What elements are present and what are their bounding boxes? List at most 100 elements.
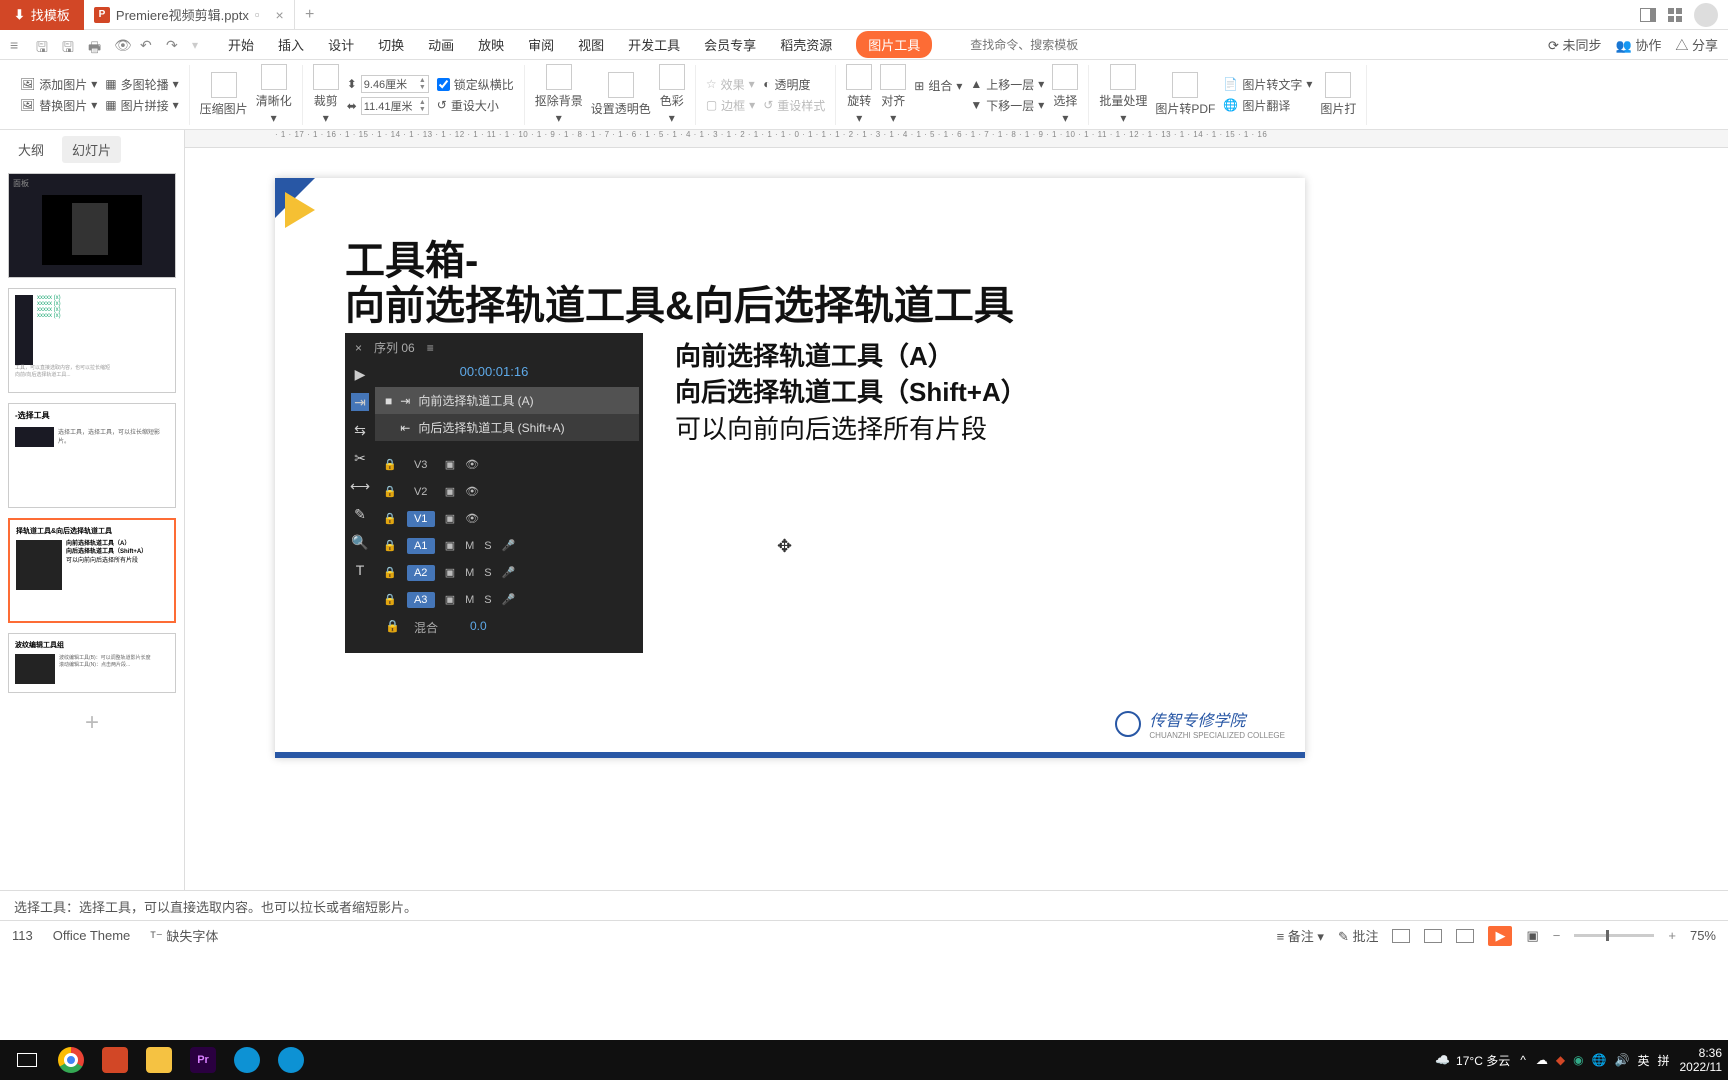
outline-tab[interactable]: 大纲	[8, 136, 54, 163]
batch-button[interactable]: 批量处理 ▾	[1099, 64, 1147, 125]
save-icon[interactable]: 🖫	[36, 37, 52, 53]
reset-style-button: ↺ 重设样式	[763, 97, 825, 114]
ime-lang: 英	[1637, 1052, 1649, 1069]
layout-icon[interactable]	[1640, 8, 1656, 22]
app-button[interactable]	[270, 1042, 312, 1078]
chrome-button[interactable]	[50, 1042, 92, 1078]
wps-button[interactable]	[94, 1042, 136, 1078]
reset-size-button[interactable]: ↺ 重设大小	[437, 97, 514, 114]
print-img-button[interactable]: 图片打	[1320, 72, 1356, 117]
menu-icon[interactable]: ≡	[10, 37, 26, 53]
tab-picture-tools[interactable]: 图片工具	[856, 31, 932, 58]
coop-button[interactable]: 👥 协作	[1616, 35, 1662, 54]
slide-body-text: 向前选择轨道工具（A） 向后选择轨道工具（Shift+A） 可以向前向后选择所有…	[675, 338, 1027, 447]
restore-icon[interactable]: ▫	[255, 7, 260, 22]
remove-bg-button[interactable]: 抠除背景 ▾	[535, 64, 583, 125]
compress-button[interactable]: 压缩图片	[200, 72, 248, 117]
add-slide-button[interactable]: +	[8, 703, 176, 743]
rotate-button[interactable]: 旋转 ▾	[846, 64, 872, 125]
add-image-button[interactable]: 🖼 添加图片 ▾	[20, 76, 97, 93]
new-tab-button[interactable]: +	[295, 6, 325, 24]
height-input[interactable]: 9.46厘米▲▼	[361, 75, 429, 93]
theme-name: Office Theme	[53, 928, 131, 943]
slide-thumbnail[interactable]: -选择工具 选择工具，选择工具，可以拉长缩短影片。	[8, 403, 176, 508]
premiere-button[interactable]: Pr	[182, 1042, 224, 1078]
clock[interactable]: 8:36 2022/11	[1680, 1046, 1723, 1075]
office-tray-icon: ◆	[1556, 1053, 1565, 1067]
save-as-icon[interactable]: 🖫	[62, 37, 78, 53]
align-button[interactable]: 对齐 ▾	[880, 64, 906, 125]
user-avatar[interactable]	[1694, 3, 1718, 27]
lock-ratio-checkbox[interactable]: 锁定纵横比	[437, 76, 514, 93]
tab-docer[interactable]: 稻壳资源	[780, 35, 832, 54]
missing-fonts[interactable]: ᵀ⁻ 缺失字体	[150, 926, 218, 945]
search-input[interactable]	[970, 38, 1130, 52]
slides-tab[interactable]: 幻灯片	[62, 136, 121, 163]
effects-button: ☆ 效果 ▾	[706, 76, 755, 93]
windows-taskbar: Pr ☁️17°C 多云 ^ ☁ ◆ ◉ 🌐 🔊 英 拼 8:36 2022/1…	[0, 1040, 1728, 1080]
tab-transition[interactable]: 切换	[378, 35, 404, 54]
stitch-button[interactable]: ▦ 图片拼接 ▾	[105, 97, 178, 114]
speaker-notes[interactable]: 选择工具：选择工具，可以直接选取内容。也可以拉长或者缩短影片。	[0, 890, 1728, 920]
system-tray[interactable]: ☁ ◆ ◉ 🌐 🔊 英 拼	[1536, 1052, 1670, 1069]
redo-icon[interactable]: ↷	[166, 37, 182, 53]
ribbon-content: 🖼 添加图片 ▾ 🖼 替换图片 ▾ ▦ 多图轮播 ▾ ▦ 图片拼接 ▾ 压缩图片…	[0, 60, 1728, 130]
zoom-slider[interactable]	[1574, 934, 1654, 937]
color-button[interactable]: 色彩 ▾	[659, 64, 685, 125]
slideshow-button[interactable]: ▶	[1488, 926, 1512, 946]
transparent-color-button[interactable]: 设置透明色	[591, 72, 651, 117]
undo-icon[interactable]: ↶	[140, 37, 156, 53]
bring-forward-button[interactable]: ▲ 上移一层 ▾	[970, 76, 1044, 93]
transparency-button[interactable]: ◐ 透明度	[763, 76, 825, 93]
reading-view-icon[interactable]	[1456, 929, 1474, 943]
translate-button[interactable]: 🌐 图片翻译	[1223, 97, 1312, 114]
tab-member[interactable]: 会员专享	[704, 35, 756, 54]
template-tab[interactable]: ⬇ 找模板	[0, 0, 84, 30]
select-button[interactable]: 选择 ▾	[1052, 64, 1078, 125]
fit-icon[interactable]: ▣	[1526, 928, 1538, 944]
taskview-button[interactable]	[6, 1042, 48, 1078]
tab-review[interactable]: 审阅	[528, 35, 554, 54]
tab-developer[interactable]: 开发工具	[628, 35, 680, 54]
pen-icon: ✎	[351, 505, 369, 523]
send-backward-button[interactable]: ▼ 下移一层 ▾	[970, 97, 1044, 114]
comments-toggle[interactable]: ✎ 批注	[1338, 926, 1379, 945]
razor-icon: ✂	[351, 449, 369, 467]
print-icon[interactable]: 🖶	[88, 37, 104, 53]
share-button[interactable]: △ 分享	[1675, 35, 1718, 54]
close-tab[interactable]: ×	[275, 7, 283, 23]
tab-view[interactable]: 视图	[578, 35, 604, 54]
notes-toggle[interactable]: ≡ 备注 ▾	[1277, 926, 1324, 945]
slide-thumbnail[interactable]: 波纹编辑工具组 波纹编辑工具(B)：可以调整轨道影片长度滚动编辑工具(N)：点击…	[8, 633, 176, 693]
slide-editor[interactable]: 工具箱- 向前选择轨道工具&向后选择轨道工具 ×序列 06≡ 00:00:01:…	[275, 178, 1305, 758]
width-input[interactable]: 11.41厘米▲▼	[361, 97, 429, 115]
sorter-view-icon[interactable]	[1424, 929, 1442, 943]
slide-thumbnail[interactable]: xxxxx (x)xxxxx (x)xxxxx (x)xxxxx (x) 工具，…	[8, 288, 176, 393]
tab-slideshow[interactable]: 放映	[478, 35, 504, 54]
normal-view-icon[interactable]	[1392, 929, 1410, 943]
tab-animation[interactable]: 动画	[428, 35, 454, 54]
weather-widget[interactable]: ☁️17°C 多云	[1435, 1052, 1510, 1069]
file-tab[interactable]: P Premiere视频剪辑.pptx ▫ ×	[84, 0, 295, 30]
clarity-button[interactable]: 清晰化 ▾	[256, 64, 292, 125]
to-text-button[interactable]: 📄 图片转文字 ▾	[1223, 76, 1312, 93]
preview-icon[interactable]: 👁	[114, 37, 130, 53]
slide-subtitle: 向前选择轨道工具&向后选择轨道工具	[345, 273, 1014, 331]
explorer-button[interactable]	[138, 1042, 180, 1078]
tab-start[interactable]: 开始	[228, 35, 254, 54]
tab-design[interactable]: 设计	[328, 35, 354, 54]
app-grid-icon[interactable]	[1668, 8, 1682, 22]
sync-status[interactable]: ⟳ 未同步	[1548, 35, 1602, 54]
tab-insert[interactable]: 插入	[278, 35, 304, 54]
group-button[interactable]: ⊞ 组合 ▾	[914, 77, 962, 94]
replace-image-button[interactable]: 🖼 替换图片 ▾	[20, 97, 97, 114]
slide-thumbnail-current[interactable]: 择轨道工具&向后选择轨道工具 向前选择轨道工具（A） 向后选择轨道工具（Shif…	[8, 518, 176, 623]
cloud-button[interactable]	[226, 1042, 268, 1078]
carousel-button[interactable]: ▦ 多图轮播 ▾	[105, 76, 178, 93]
zoom-level[interactable]: 75%	[1690, 928, 1716, 943]
to-pdf-button[interactable]: 图片转PDF	[1155, 72, 1215, 117]
crop-button[interactable]: 裁剪 ▾	[313, 64, 339, 125]
quick-access-toolbar: ≡ 🖫 🖫 🖶 👁 ↶ ↷ ▾ 开始 插入 设计 切换 动画 放映 审阅 视图 …	[0, 30, 1728, 60]
tray-expand[interactable]: ^	[1520, 1053, 1526, 1067]
slide-thumbnail[interactable]: 面板	[8, 173, 176, 278]
